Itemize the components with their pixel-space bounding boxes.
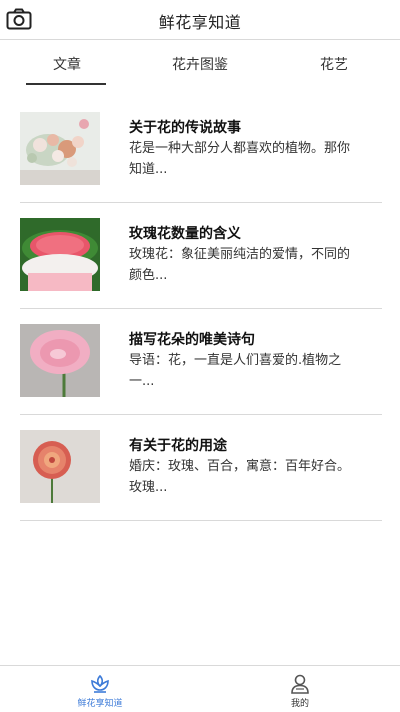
- article-title: 描写花朵的唯美诗句: [129, 332, 255, 348]
- article-title: 有关于花的用途: [129, 438, 227, 454]
- tab-floral-art[interactable]: 花艺: [320, 54, 348, 74]
- flower-icon: [91, 674, 109, 693]
- tab-bar: 文章 花卉图鉴 花艺: [0, 40, 400, 86]
- page-title: 鲜花享知道: [158, 13, 242, 32]
- rose-bouquet-image: [20, 218, 100, 291]
- article-thumbnail: [20, 218, 100, 291]
- nav-profile-label: 我的: [290, 699, 309, 709]
- article-summary-line: 花是一种大部分人都喜欢的植物。那你: [129, 141, 351, 156]
- nav-home-label: 鲜花享知道: [77, 699, 123, 709]
- nav-home[interactable]: 鲜花享知道: [0, 666, 200, 712]
- pink-flower-image: [20, 324, 100, 397]
- article-summary-line: 玫瑰花：象征美丽纯洁的爱情，不同的: [129, 247, 351, 262]
- bottom-navigation: 鲜花享知道 我的: [0, 665, 400, 712]
- article-summary-line: 一...: [129, 374, 155, 389]
- article-title: 玫瑰花数量的含义: [129, 226, 241, 242]
- article-item[interactable]: 玫瑰花数量的含义 玫瑰花：象征美丽纯洁的爱情，不同的 颜色...: [20, 202, 382, 309]
- tab-articles[interactable]: 文章: [53, 54, 81, 74]
- article-thumbnail: [20, 112, 100, 185]
- article-item[interactable]: 关于花的传说故事 花是一种大部分人都喜欢的植物。那你 知道...: [20, 96, 382, 203]
- article-summary: 婚庆：玫瑰、百合，寓意：百年好合。 玫瑰...: [129, 456, 379, 498]
- article-summary-line: 婚庆：玫瑰、百合，寓意：百年好合。: [129, 459, 351, 474]
- article-summary-line: 颜色...: [129, 268, 168, 283]
- article-item[interactable]: 描写花朵的唯美诗句 导语：花，一直是人们喜爱的.植物之 一...: [20, 308, 382, 415]
- article-item[interactable]: 有关于花的用途 婚庆：玫瑰、百合，寓意：百年好合。 玫瑰...: [20, 414, 382, 521]
- article-thumbnail: [20, 324, 100, 397]
- dahlia-image: [20, 430, 100, 503]
- user-icon: [291, 674, 309, 694]
- nav-profile[interactable]: 我的: [200, 666, 400, 712]
- article-thumbnail: [20, 430, 100, 503]
- article-summary: 玫瑰花：象征美丽纯洁的爱情，不同的 颜色...: [129, 244, 379, 286]
- flower-bouquet-image: [20, 112, 100, 185]
- article-summary: 导语：花，一直是人们喜爱的.植物之 一...: [129, 350, 379, 392]
- article-summary-line: 知道...: [129, 162, 168, 177]
- article-summary-line: 导语：花，一直是人们喜爱的.植物之: [129, 353, 342, 368]
- article-title: 关于花的传说故事: [129, 120, 241, 136]
- tab-flower-guide[interactable]: 花卉图鉴: [172, 54, 228, 74]
- article-summary-line: 玫瑰...: [129, 480, 168, 495]
- app-header: 鲜花享知道: [0, 0, 400, 40]
- article-summary: 花是一种大部分人都喜欢的植物。那你 知道...: [129, 138, 379, 180]
- active-tab-indicator: [26, 83, 106, 85]
